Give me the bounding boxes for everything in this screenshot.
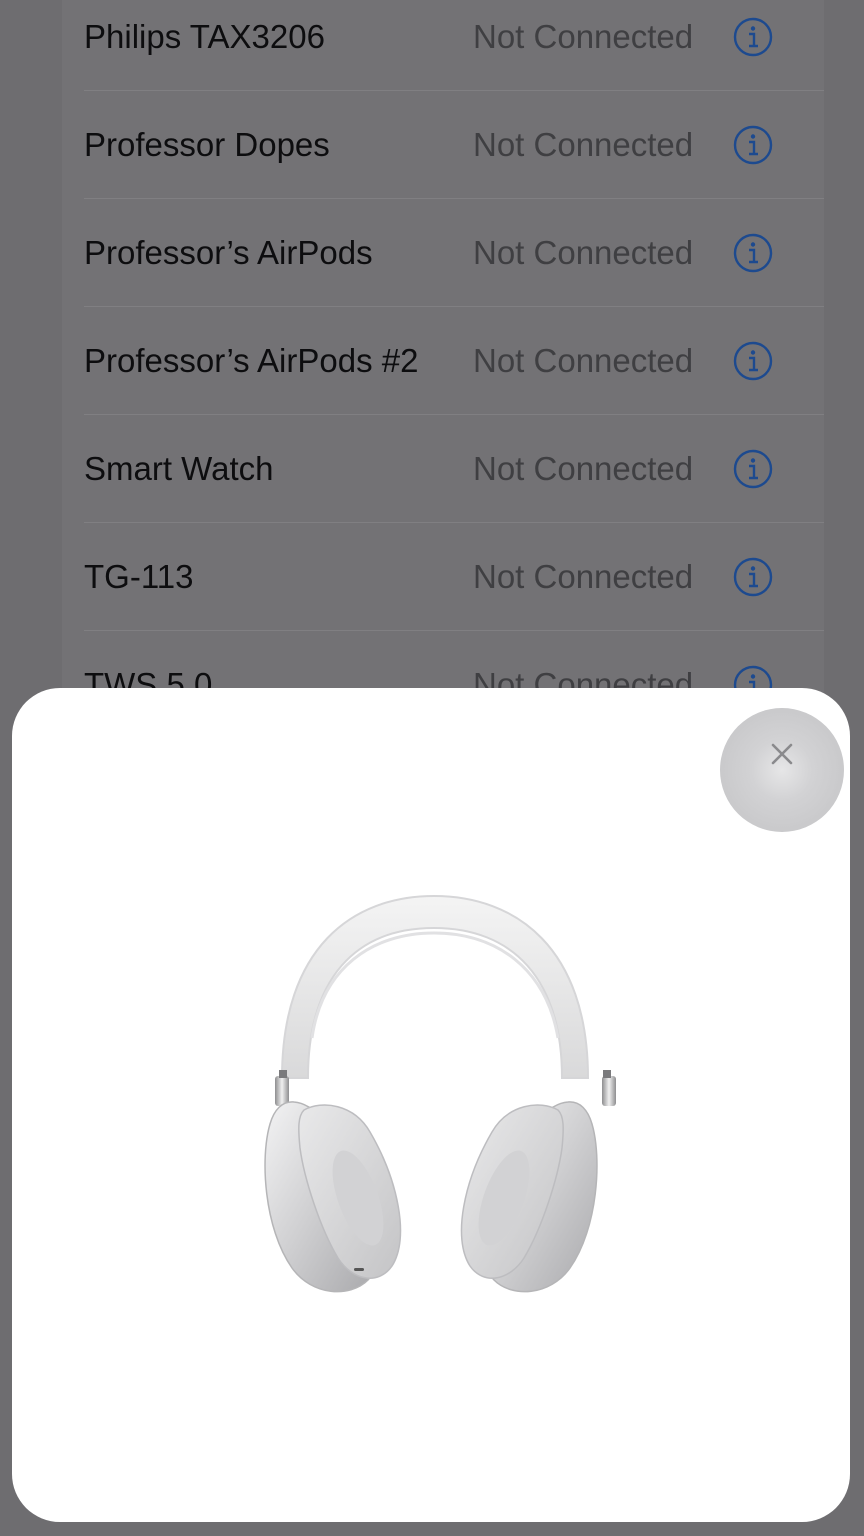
device-row[interactable]: Professor’s AirPods #2 Not Connected xyxy=(84,307,824,415)
device-row[interactable]: TG-113 Not Connected xyxy=(84,523,824,631)
device-row[interactable]: Professor’s AirPods Not Connected xyxy=(84,199,824,307)
device-row[interactable]: Philips TAX3206 Not Connected xyxy=(84,0,824,91)
device-name: Professor’s AirPods #2 xyxy=(84,342,419,379)
close-button[interactable] xyxy=(720,708,844,832)
device-name: Philips TAX3206 xyxy=(84,18,325,55)
device-row[interactable]: Smart Watch Not Connected xyxy=(84,415,824,523)
info-icon[interactable] xyxy=(733,449,773,489)
info-icon[interactable] xyxy=(733,341,773,381)
device-status: Not Connected xyxy=(473,234,694,271)
headphones-image xyxy=(242,888,620,1308)
device-status: Not Connected xyxy=(473,126,694,163)
device-name: Smart Watch xyxy=(84,450,274,487)
device-popup-sheet xyxy=(12,688,850,1522)
device-row[interactable]: Professor Dopes Not Connected xyxy=(84,91,824,199)
bluetooth-device-list: Philips TAX3206 Not Connected Professor … xyxy=(0,0,864,705)
info-icon[interactable] xyxy=(733,17,773,57)
device-status: Not Connected xyxy=(473,450,694,487)
close-icon xyxy=(770,742,794,766)
device-name: Professor Dopes xyxy=(84,126,330,163)
info-icon[interactable] xyxy=(733,233,773,273)
device-status: Not Connected xyxy=(473,342,694,379)
info-icon[interactable] xyxy=(733,557,773,597)
device-name: Professor’s AirPods xyxy=(84,234,373,271)
device-status: Not Connected xyxy=(473,558,694,595)
device-name: TG-113 xyxy=(84,558,194,595)
device-status: Not Connected xyxy=(473,18,694,55)
info-icon[interactable] xyxy=(733,125,773,165)
